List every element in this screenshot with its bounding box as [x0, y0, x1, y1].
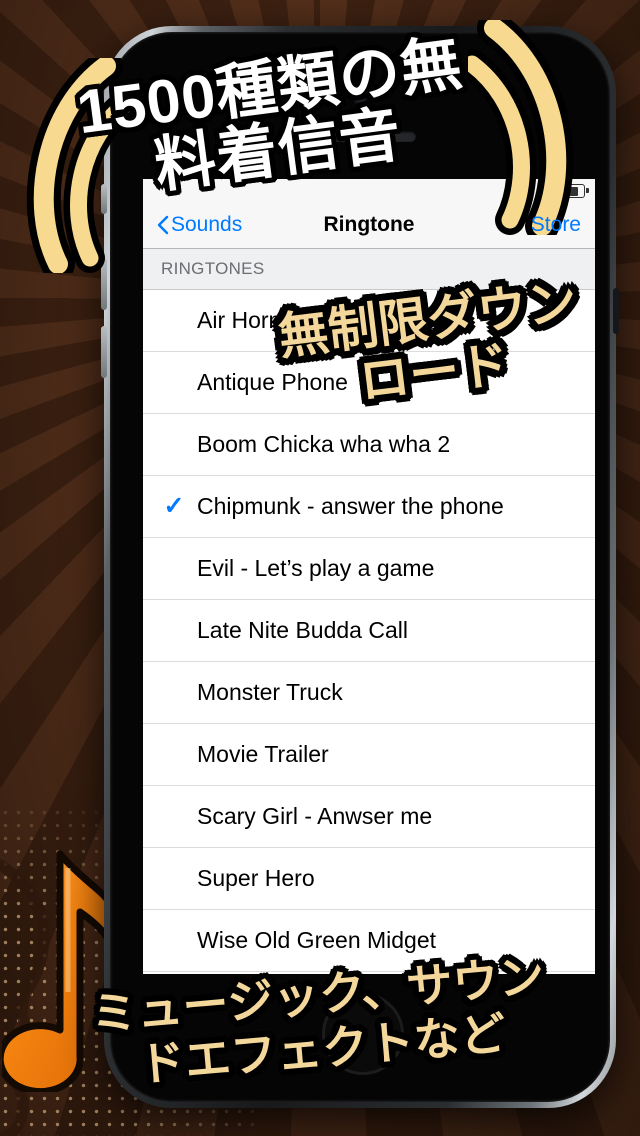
- ringtone-row[interactable]: Scary Girl - Anwser me: [143, 786, 595, 848]
- ringtone-label: Air Horn: [197, 307, 282, 333]
- iphone-device-mockup: Sounds Ringtone Store RINGTONES Air Horn…: [101, 26, 619, 1108]
- back-button-sounds[interactable]: Sounds: [157, 213, 242, 237]
- ringtone-label: Antique Phone: [197, 369, 348, 395]
- ringtone-label: Late Nite Budda Call: [197, 617, 408, 643]
- phone-face: Sounds Ringtone Store RINGTONES Air Horn…: [113, 35, 607, 1099]
- ringtone-row[interactable]: Movie Trailer: [143, 724, 595, 786]
- earpiece-speaker-icon: [304, 131, 416, 142]
- back-button-label: Sounds: [171, 212, 243, 236]
- power-button[interactable]: [613, 288, 619, 334]
- ringtone-label: Boom Chicka wha wha 2: [197, 431, 451, 457]
- ringtone-label: Super Hero: [197, 865, 315, 891]
- navigation-bar: Sounds Ringtone Store: [143, 201, 595, 249]
- ringtone-row[interactable]: Air Horn: [143, 290, 595, 352]
- ringtone-label: Monster Truck: [197, 679, 343, 705]
- ios-screen: Sounds Ringtone Store RINGTONES Air Horn…: [143, 179, 595, 974]
- ringtone-row[interactable]: Evil - Let’s play a game: [143, 538, 595, 600]
- ringtone-label: Movie Trailer: [197, 741, 329, 767]
- ringtone-row[interactable]: Wise Old Green Midget: [143, 910, 595, 972]
- ringtone-label: Wise Old Green Midget: [197, 927, 437, 953]
- section-header-ringtones: RINGTONES: [143, 249, 595, 290]
- status-bar: [143, 179, 595, 201]
- ringtone-list: Air Horn Antique Phone Boom Chicka wha wha…: [143, 290, 595, 972]
- silent-switch[interactable]: [101, 184, 107, 214]
- ringtone-row[interactable]: Super Hero: [143, 848, 595, 910]
- store-button[interactable]: Store: [531, 213, 581, 237]
- ringtone-row[interactable]: Late Nite Budda Call: [143, 600, 595, 662]
- ringtone-row[interactable]: Antique Phone: [143, 352, 595, 414]
- chevron-left-icon: [157, 215, 169, 234]
- phone-bezel: Sounds Ringtone Store RINGTONES Air Horn…: [110, 32, 610, 1102]
- volume-up-button[interactable]: [101, 258, 107, 310]
- checkmark-icon: ✓: [163, 492, 185, 520]
- ringtone-row[interactable]: Boom Chicka wha wha 2: [143, 414, 595, 476]
- ringtone-label: Scary Girl - Anwser me: [197, 803, 433, 829]
- volume-down-button[interactable]: [101, 326, 107, 378]
- ringtone-label: Evil - Let’s play a game: [197, 555, 435, 581]
- ringtone-label: Chipmunk - answer the phone: [197, 493, 504, 519]
- ringtone-row[interactable]: ✓ Chipmunk - answer the phone: [143, 476, 595, 538]
- front-camera-icon: [353, 91, 367, 105]
- battery-icon: [557, 184, 589, 198]
- ringtone-row[interactable]: Monster Truck: [143, 662, 595, 724]
- home-button-icon[interactable]: [322, 993, 404, 1075]
- app-store-screenshot: Sounds Ringtone Store RINGTONES Air Horn…: [0, 0, 640, 1136]
